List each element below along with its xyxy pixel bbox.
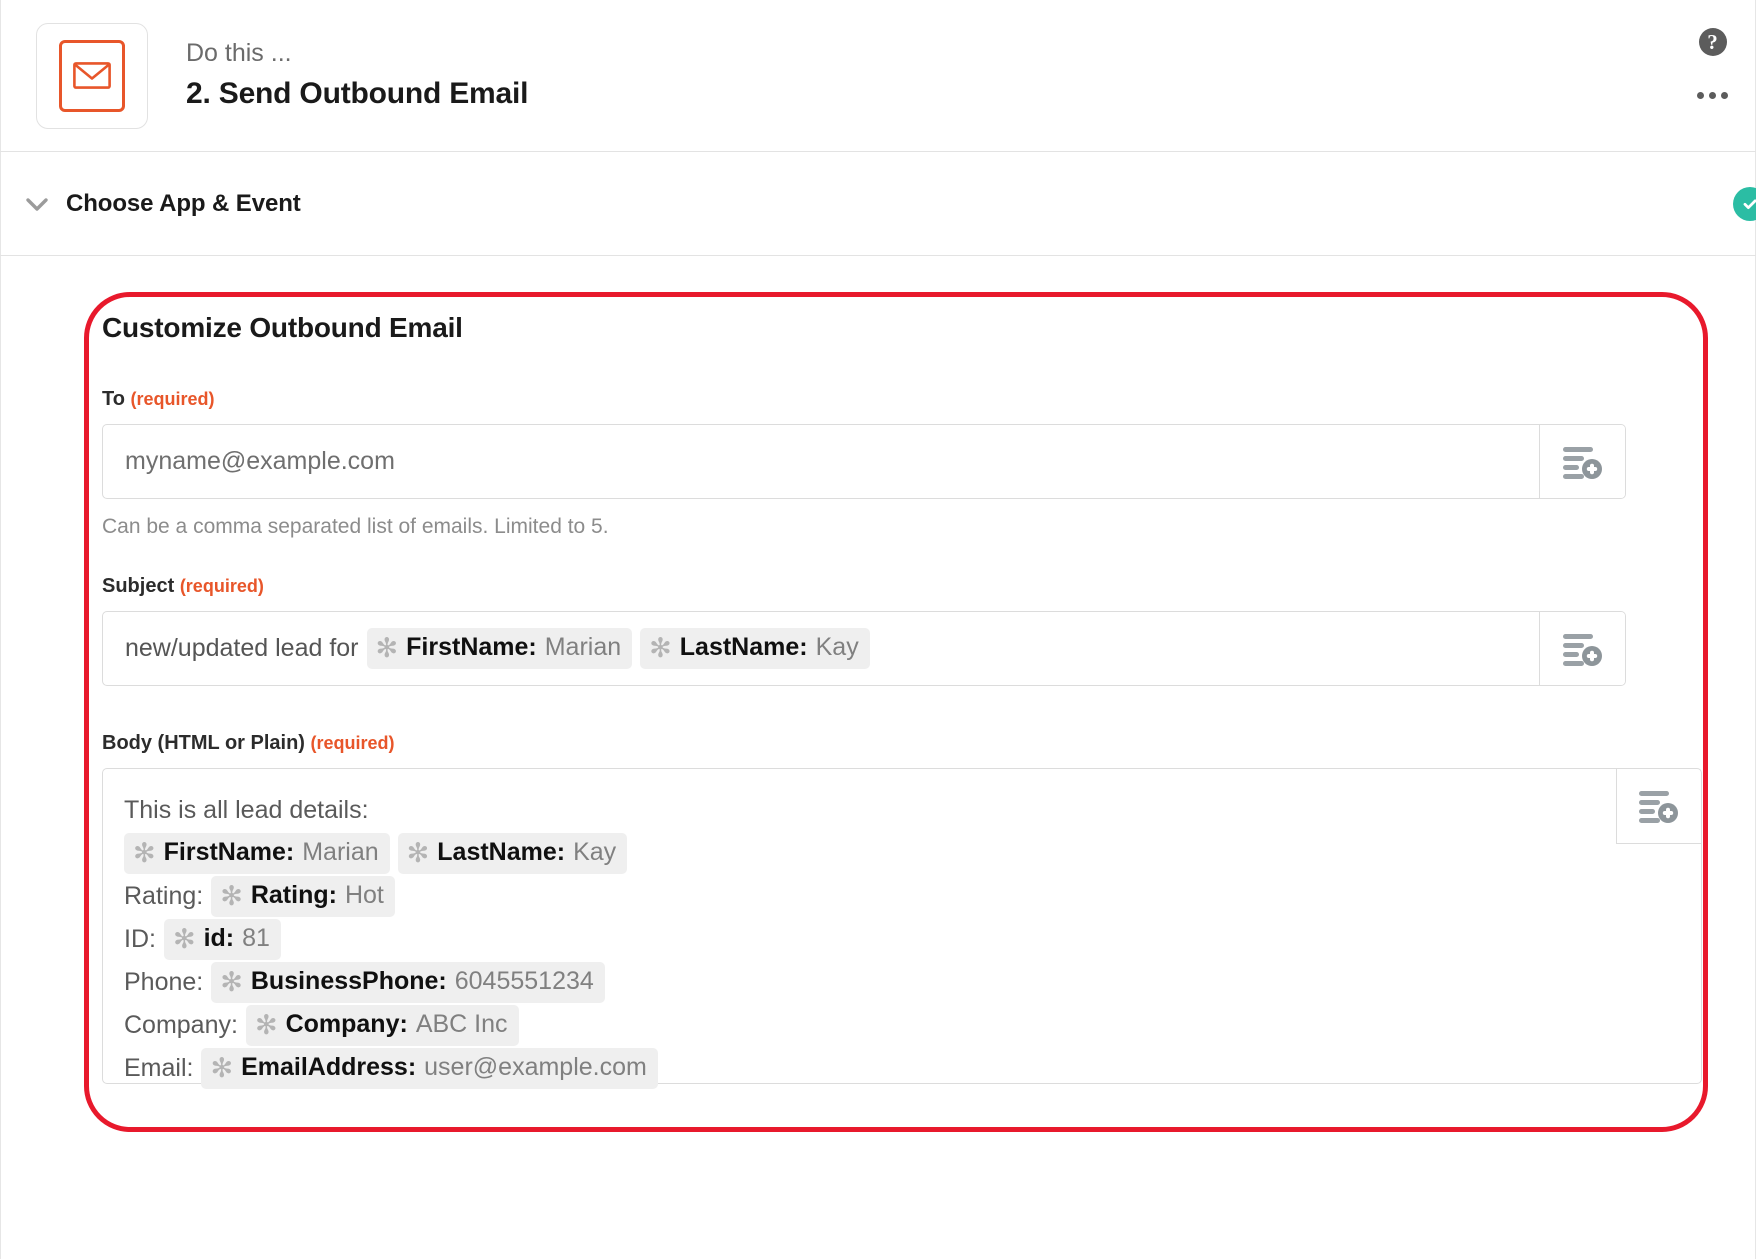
asterisk-icon: ✻ [220,969,243,996]
more-dot [1709,92,1716,99]
field-body-label-text: Body (HTML or Plain) [102,732,305,754]
help-icon[interactable]: ? [1699,28,1727,56]
field-subject-input-row[interactable]: new/updated lead for ✻ FirstName: Marian ✻ La… [102,611,1626,686]
accordion-choose-app-event[interactable]: Choose App & Event [0,152,1756,256]
body-input[interactable]: This is all lead details: ✻ FirstName:Mari… [102,768,1702,1089]
asterisk-icon: ✻ [376,635,399,662]
token-key: id: [204,923,235,954]
field-body: Body (HTML or Plain) (required) This is … [102,732,1756,1089]
asterisk-icon: ✻ [210,1055,233,1082]
accordion-label: Choose App & Event [66,190,301,218]
field-token-pill[interactable]: ✻ BusinessPhone: 6045551234 [211,962,605,1002]
customize-outbound-email-form: Customize Outbound Email To (required) m… [0,256,1756,1097]
token-key: LastName: [437,837,565,868]
body-line-prefix: Company: [124,1011,238,1040]
asterisk-icon: ✻ [133,840,156,867]
asterisk-icon: ✻ [407,840,430,867]
app-icon-tile [36,23,148,129]
token-value: ABC Inc [416,1009,508,1040]
field-token-pill[interactable]: ✻ FirstName: Marian [367,628,633,668]
field-token-pill[interactable]: ✻ Company: ABC Inc [246,1005,519,1045]
step-eyebrow: Do this ... [186,40,528,68]
token-key: FirstName: [406,632,537,663]
body-line: ✻ FirstName:Marian ✻ LastName: Kay [124,833,1680,874]
field-token-pill[interactable]: ✻ EmailAddress: user@example.com [201,1048,657,1088]
token-value: Marian [302,837,378,868]
chevron-down-icon [20,187,54,221]
body-line-prefix: Phone: [124,968,203,997]
asterisk-icon: ✻ [649,635,672,662]
asterisk-icon: ✻ [255,1012,278,1039]
token-value: 81 [242,923,270,954]
more-dot [1721,92,1728,99]
body-line-prefix: ID: [124,925,156,954]
token-value: Kay [573,837,616,868]
token-value: Hot [345,880,384,911]
insert-field-icon [1560,443,1606,481]
field-to-label-text: To [102,388,125,410]
subject-input[interactable]: new/updated lead for ✻ FirstName: Marian ✻ La… [103,612,1539,685]
field-token-pill[interactable]: ✻ FirstName:Marian [124,833,390,873]
status-badge-complete [1733,187,1756,221]
field-token-pill[interactable]: ✻ LastName: Kay [398,833,628,873]
body-line-prefix: Rating: [124,882,203,911]
field-token-pill[interactable]: ✻ id:81 [164,919,281,959]
body-line: Phone: ✻ BusinessPhone: 6045551234 [124,962,1680,1003]
field-to-help-text: Can be a comma separated list of emails.… [102,515,1756,539]
subject-prefix-text: new/updated lead for [125,634,359,663]
field-subject-label-text: Subject [102,575,174,597]
body-line: This is all lead details: [124,790,1680,831]
token-key: FirstName: [164,837,295,868]
envelope-icon-glyph [73,62,111,89]
token-key: EmailAddress: [241,1052,416,1083]
field-body-input-wrap: This is all lead details: ✻ FirstName:Mari… [102,768,1702,1089]
token-value: 6045551234 [455,966,594,997]
more-options-icon[interactable] [1697,80,1728,100]
token-key: Rating: [251,880,337,911]
field-subject-required-tag: (required) [180,576,264,596]
check-icon [1739,193,1756,215]
field-token-pill[interactable]: ✻ LastName: Kay [640,628,870,668]
header-actions: ? [1697,0,1728,152]
insert-field-icon-subject[interactable] [1539,612,1625,685]
body-line: Company: ✻ Company: ABC Inc [124,1005,1680,1046]
field-to-label: To (required) [102,388,1756,411]
field-to-required-tag: (required) [131,389,215,409]
body-line-prefix: This is all lead details: [124,796,369,825]
field-body-label: Body (HTML or Plain) (required) [102,732,1756,755]
insert-field-icon [1560,630,1606,668]
insert-field-icon-body[interactable] [1616,768,1702,844]
field-to-input-row[interactable]: myname@example.com [102,424,1626,499]
to-input[interactable]: myname@example.com [103,425,1539,498]
token-value: Marian [545,632,621,663]
body-line: Rating: ✻ Rating: Hot [124,876,1680,917]
token-key: Company: [286,1009,408,1040]
field-subject: Subject (required) new/updated lead for ✻… [102,575,1756,686]
field-token-pill[interactable]: ✻ Rating: Hot [211,876,395,916]
field-body-required-tag: (required) [311,733,395,753]
body-line: ID: ✻ id:81 [124,919,1680,960]
body-line: Email: ✻ EmailAddress: user@example.com [124,1048,1680,1089]
token-key: LastName: [680,632,808,663]
insert-field-icon [1636,787,1682,825]
page-title: 2. Send Outbound Email [186,77,528,112]
insert-field-icon-to[interactable] [1539,425,1625,498]
more-dot [1697,92,1704,99]
envelope-icon [59,40,125,112]
header-text-group: Do this ... 2. Send Outbound Email [186,40,528,111]
asterisk-icon: ✻ [173,926,196,953]
body-line-prefix: Email: [124,1054,193,1083]
token-value: Kay [816,632,859,663]
asterisk-icon: ✻ [220,883,243,910]
field-subject-label: Subject (required) [102,575,1756,598]
field-to: To (required) myname@example.com Can be … [102,388,1756,539]
token-key: BusinessPhone: [251,966,447,997]
token-value: user@example.com [424,1052,647,1083]
step-header: Do this ... 2. Send Outbound Email ? [0,0,1756,152]
section-title: Customize Outbound Email [102,312,1756,344]
